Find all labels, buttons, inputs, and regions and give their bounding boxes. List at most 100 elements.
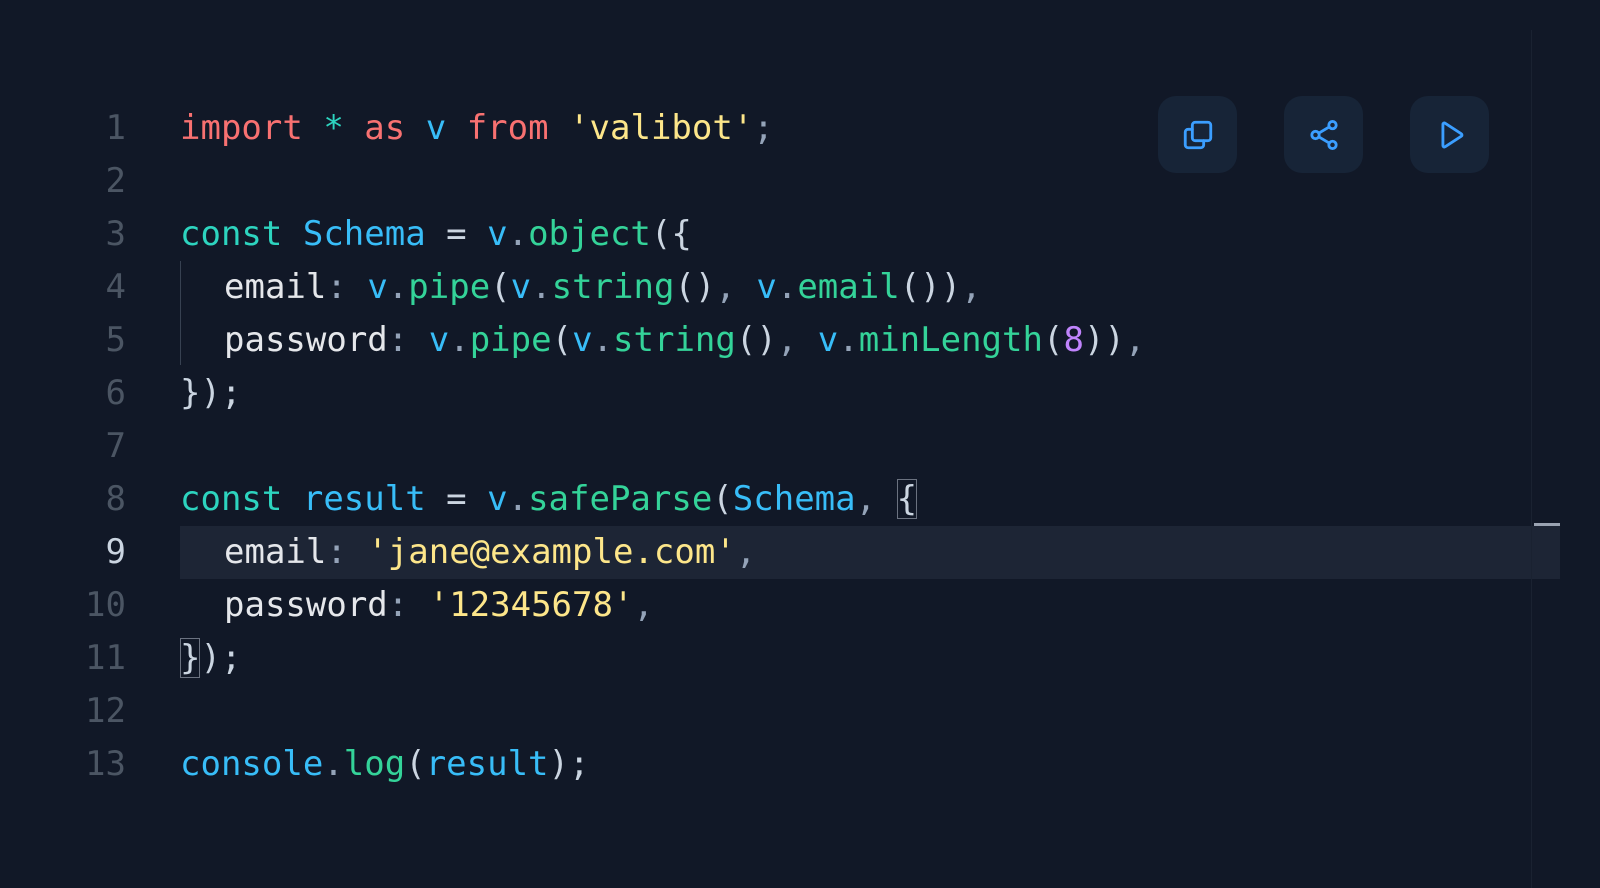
scrollbar-track[interactable] bbox=[1531, 30, 1532, 888]
code-token: v bbox=[428, 320, 450, 360]
code-token: ; bbox=[753, 108, 774, 148]
code-token: result bbox=[425, 744, 549, 784]
line-number: 5 bbox=[105, 320, 126, 360]
line-number: 4 bbox=[105, 267, 126, 307]
line-number: 8 bbox=[105, 479, 126, 519]
code-token: : bbox=[387, 320, 429, 360]
code-token: = bbox=[425, 214, 488, 254]
code-line[interactable]: email: v.pipe(v.string(), v.email()), bbox=[180, 261, 1560, 314]
code-token: '12345678' bbox=[428, 585, 634, 625]
code-token: minLength bbox=[858, 320, 1043, 360]
code-token: , bbox=[735, 532, 757, 572]
code-area[interactable]: import * as v from 'valibot'; const Schem… bbox=[180, 102, 1560, 791]
code-token: v bbox=[572, 320, 593, 360]
code-token: . bbox=[387, 267, 409, 307]
code-token: : bbox=[326, 532, 368, 572]
code-line[interactable] bbox=[180, 420, 1560, 473]
code-line[interactable]: password: v.pipe(v.string(), v.minLength… bbox=[180, 314, 1560, 367]
code-token: . bbox=[592, 320, 614, 360]
code-token: * bbox=[323, 108, 344, 148]
code-token: )) bbox=[1083, 320, 1125, 360]
code-token: email bbox=[797, 267, 900, 307]
code-token: v bbox=[817, 320, 839, 360]
code-token: . bbox=[838, 320, 859, 360]
code-token: . bbox=[507, 479, 529, 519]
copy-icon bbox=[1183, 120, 1212, 149]
code-token: ( bbox=[712, 479, 733, 519]
code-token: ( bbox=[490, 267, 511, 307]
line-number: 11 bbox=[85, 638, 126, 678]
code-token: password bbox=[224, 320, 388, 360]
code-token: v bbox=[487, 214, 508, 254]
code-token: v bbox=[510, 267, 532, 307]
line-number: 13 bbox=[85, 744, 126, 784]
code-line[interactable]: const result = v.safeParse(Schema, { bbox=[180, 473, 1560, 526]
code-token: : bbox=[387, 585, 429, 625]
code-token: . bbox=[531, 267, 552, 307]
code-token: , bbox=[776, 320, 818, 360]
code-token: from bbox=[466, 108, 549, 148]
code-line[interactable]: console.log(result); bbox=[180, 738, 1560, 791]
code-token: ( bbox=[1042, 320, 1064, 360]
play-icon bbox=[1441, 121, 1463, 148]
share-button[interactable] bbox=[1284, 96, 1363, 173]
line-number: 3 bbox=[105, 214, 126, 254]
run-button[interactable] bbox=[1410, 96, 1489, 173]
code-token: const bbox=[180, 479, 283, 519]
code-token: log bbox=[343, 744, 406, 784]
code-line[interactable]: }); bbox=[180, 632, 1560, 685]
code-token: , bbox=[961, 267, 982, 307]
code-token: 'jane@example.com' bbox=[367, 532, 736, 572]
line-number: 2 bbox=[105, 161, 126, 201]
code-token: pipe bbox=[408, 267, 491, 307]
line-number-gutter: 1 2 3 4 5 6 7 8 9 10 11 12 13 bbox=[0, 102, 128, 791]
code-token: , bbox=[855, 479, 897, 519]
code-token: ); bbox=[200, 638, 242, 678]
code-editor[interactable]: 1 2 3 4 5 6 7 8 9 10 11 12 13 import * as v from 'va… bbox=[0, 0, 1600, 888]
code-token: v bbox=[756, 267, 777, 307]
matched-bracket: { bbox=[896, 479, 918, 519]
code-token: object bbox=[528, 214, 651, 254]
code-token: as bbox=[364, 108, 406, 148]
code-token: () bbox=[674, 267, 716, 307]
code-token: ({ bbox=[650, 214, 692, 254]
line-number: 10 bbox=[85, 585, 126, 625]
copy-button[interactable] bbox=[1158, 96, 1237, 173]
code-line[interactable]: email: 'jane@example.com', bbox=[180, 526, 1560, 579]
line-number: 7 bbox=[105, 426, 126, 466]
code-line[interactable] bbox=[180, 685, 1560, 738]
code-token: password bbox=[224, 585, 388, 625]
code-token: : bbox=[326, 267, 368, 307]
code-line[interactable]: const Schema = v.object({ bbox=[180, 208, 1560, 261]
code-token: . bbox=[449, 320, 470, 360]
code-token: ( bbox=[551, 320, 573, 360]
code-token: const bbox=[180, 214, 283, 254]
code-token: ( bbox=[405, 744, 426, 784]
code-token: . bbox=[323, 744, 344, 784]
line-number: 1 bbox=[105, 108, 126, 148]
code-token: . bbox=[776, 267, 798, 307]
code-line[interactable]: }); bbox=[180, 367, 1560, 420]
code-token: }); bbox=[180, 373, 242, 413]
share-icon bbox=[1309, 119, 1338, 150]
code-token: import bbox=[180, 108, 303, 148]
code-token: v bbox=[487, 479, 508, 519]
code-token: 'valibot' bbox=[569, 108, 754, 148]
code-token: () bbox=[735, 320, 777, 360]
line-number: 9 bbox=[105, 532, 126, 572]
code-token: result bbox=[302, 479, 426, 519]
line-number: 6 bbox=[105, 373, 126, 413]
code-line[interactable]: password: '12345678', bbox=[180, 579, 1560, 632]
code-token: console bbox=[180, 744, 324, 784]
code-token: , bbox=[633, 585, 654, 625]
editor-toolbar bbox=[1158, 96, 1489, 173]
code-token: , bbox=[1124, 320, 1146, 360]
code-token: . bbox=[507, 214, 529, 254]
code-token: ()) bbox=[899, 267, 962, 307]
code-token: string bbox=[551, 267, 675, 307]
